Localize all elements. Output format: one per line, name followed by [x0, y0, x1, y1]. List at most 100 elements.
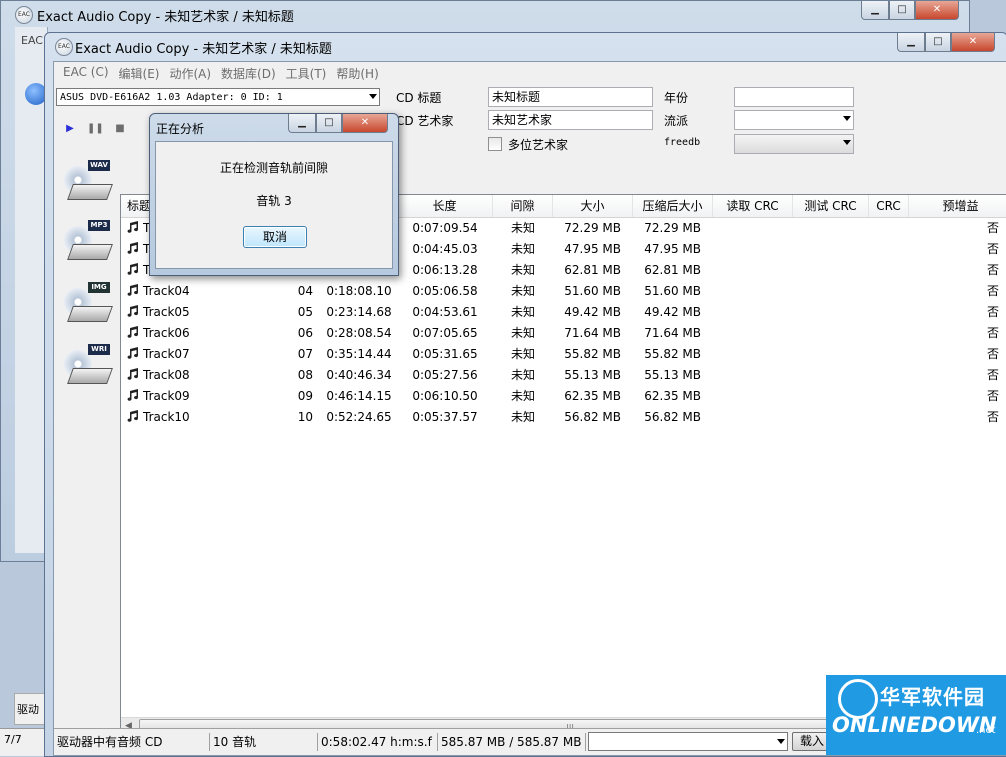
eac-app-icon: EAC	[55, 38, 73, 56]
year-input[interactable]	[734, 87, 854, 107]
copy-wav-button[interactable]: WAV	[62, 160, 113, 206]
menu-database[interactable]: 数据库(D)	[216, 62, 281, 82]
wri-tag: WRI	[88, 344, 110, 355]
menu-eac[interactable]: EAC (C)	[58, 62, 114, 82]
column-length[interactable]: 长度	[397, 195, 493, 217]
minimize-icon[interactable]: ▁	[861, 1, 889, 20]
multi-artist-checkbox[interactable]	[488, 137, 502, 151]
track-title-cell: Track06	[127, 323, 285, 344]
track-comp: 56.82 MB	[644, 410, 701, 424]
track-size: 62.81 MB	[564, 263, 621, 277]
status-select[interactable]	[588, 732, 788, 751]
drive-icon	[67, 184, 113, 200]
cd-artist-label: CD 艺术家	[396, 114, 454, 128]
column-read-crc[interactable]: 读取 CRC	[713, 195, 793, 217]
background-window-title: Exact Audio Copy - 未知艺术家 / 未知标题	[37, 10, 294, 25]
background-title-bar[interactable]: EAC Exact Audio Copy - 未知艺术家 / 未知标题 ▁ □ …	[1, 1, 969, 27]
watermark-en: ONLINEDOWN	[832, 713, 997, 737]
minimize-icon[interactable]: ▁	[897, 33, 925, 52]
close-icon[interactable]: ✕	[342, 114, 388, 133]
close-icon[interactable]: ✕	[915, 1, 959, 20]
track-gain: 否	[986, 347, 999, 361]
cd-title-label: CD 标题	[396, 91, 442, 105]
maximize-icon[interactable]: □	[889, 1, 915, 20]
drive-icon	[67, 244, 113, 260]
menu-edit[interactable]: 编辑(E)	[114, 62, 165, 82]
track-comp: 47.95 MB	[644, 242, 701, 256]
table-row[interactable]: Track04 04 0:18:08.10 0:05:06.58 未知 51.60 MB 5…	[121, 281, 1006, 302]
status-total-size: 585.87 MB / 585.87 MB	[438, 733, 586, 751]
write-cd-button[interactable]: WRI	[62, 344, 113, 390]
table-row[interactable]: Track05 05 0:23:14.68 0:04:53.61 未知 49.42 MB 4…	[121, 302, 1006, 323]
table-row[interactable]: Track08 08 0:40:46.34 0:05:27.56 未知 55.13 MB 5…	[121, 365, 1006, 386]
table-row[interactable]: Track07 07 0:35:14.44 0:05:31.65 未知 55.82 MB 5…	[121, 344, 1006, 365]
copy-mp3-button[interactable]: MP3	[62, 220, 113, 266]
track-size: 47.95 MB	[564, 242, 621, 256]
track-gap: 未知	[510, 221, 535, 235]
chevron-down-icon	[777, 739, 785, 744]
track-length: 0:06:13.28	[412, 263, 478, 277]
track-comp: 62.81 MB	[644, 263, 701, 277]
genre-select[interactable]	[734, 110, 854, 130]
status-cd-state: 驱动器中有音频 CD	[54, 733, 210, 751]
table-row[interactable]: Track06 06 0:28:08.54 0:07:05.65 未知 71.64 MB 7…	[121, 323, 1006, 344]
playback-controls: ▶ ❚❚ ■	[62, 122, 128, 136]
drive-select[interactable]: ASUS DVD-E616A2 1.03 Adapter: 0 ID: 1	[56, 88, 380, 106]
maximize-icon[interactable]: □	[925, 33, 951, 52]
genre-label: 流派	[664, 114, 689, 128]
menu-action[interactable]: 动作(A)	[164, 62, 216, 82]
table-row[interactable]: Track09 09 0:46:14.15 0:06:10.50 未知 62.35 MB 6…	[121, 386, 1006, 407]
column-gap[interactable]: 间隙	[493, 195, 553, 217]
column-crc[interactable]: CRC	[869, 195, 909, 217]
copy-image-button[interactable]: IMG	[62, 282, 113, 328]
dialog-message: 正在检测音轨前间隙	[219, 161, 328, 175]
track-size: 55.82 MB	[564, 347, 621, 361]
track-gap: 未知	[510, 347, 535, 361]
track-comp: 51.60 MB	[644, 284, 701, 298]
track-gain: 否	[986, 221, 999, 235]
drive-icon	[67, 306, 113, 322]
column-compressed-size[interactable]: 压缩后大小	[633, 195, 713, 217]
minimize-icon[interactable]: ▁	[288, 114, 316, 133]
menu-bar: EAC (C) 编辑(E) 动作(A) 数据库(D) 工具(T) 帮助(H)	[54, 62, 1006, 82]
music-note-icon	[127, 242, 139, 254]
main-title-bar[interactable]: EAC Exact Audio Copy - 未知艺术家 / 未知标题 ▁ □ …	[45, 33, 1006, 59]
analyzing-dialog: 正在分析 ▁ □ ✕ 正在检测音轨前间隙 音轨 3 取消	[149, 113, 399, 276]
column-test-crc[interactable]: 测试 CRC	[793, 195, 869, 217]
cd-artist-input[interactable]: 未知艺术家	[488, 110, 653, 130]
menu-tools[interactable]: 工具(T)	[281, 62, 332, 82]
track-title: Track04	[143, 284, 190, 298]
track-gap: 未知	[510, 284, 535, 298]
close-icon[interactable]: ✕	[951, 33, 995, 52]
track-title-cell: Track10	[127, 407, 285, 428]
stop-icon[interactable]: ■	[112, 122, 128, 136]
track-comp: 62.35 MB	[644, 389, 701, 403]
track-num: 07	[297, 347, 313, 361]
year-label: 年份	[664, 91, 689, 105]
track-num: 06	[297, 326, 313, 340]
dialog-body: 正在检测音轨前间隙 音轨 3 取消	[155, 141, 393, 269]
menu-help[interactable]: 帮助(H)	[331, 62, 383, 82]
maximize-icon[interactable]: □	[316, 114, 342, 133]
table-row[interactable]: Track10 10 0:52:24.65 0:05:37.57 未知 56.82 MB 5…	[121, 407, 1006, 428]
track-gain: 否	[986, 326, 999, 340]
track-start: 0:23:14.68	[326, 305, 392, 319]
main-window-title: Exact Audio Copy - 未知艺术家 / 未知标题	[75, 42, 332, 57]
track-num: 10	[297, 410, 313, 424]
track-comp: 71.64 MB	[644, 326, 701, 340]
column-size[interactable]: 大小	[553, 195, 633, 217]
cancel-button[interactable]: 取消	[243, 226, 307, 248]
cd-title-input[interactable]: 未知标题	[488, 87, 653, 107]
column-pregain[interactable]: 预增益	[909, 195, 1006, 217]
music-note-icon	[127, 410, 139, 422]
pause-icon[interactable]: ❚❚	[87, 122, 104, 136]
track-title: Track06	[143, 326, 190, 340]
freedb-select[interactable]	[734, 134, 854, 154]
play-icon[interactable]: ▶	[62, 122, 78, 136]
background-side-label: EAC	[21, 34, 43, 47]
track-gap: 未知	[510, 242, 535, 256]
track-title: Track10	[143, 410, 190, 424]
img-tag: IMG	[88, 282, 110, 293]
track-gain: 否	[986, 284, 999, 298]
track-length: 0:06:10.50	[412, 389, 478, 403]
